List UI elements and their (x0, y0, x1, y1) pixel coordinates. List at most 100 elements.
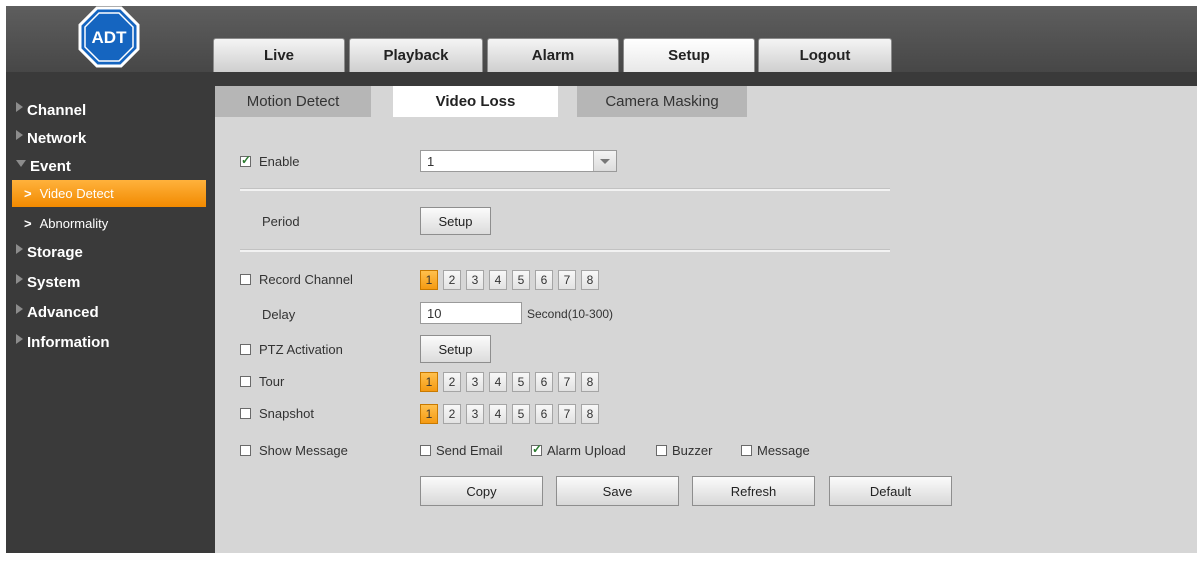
snapshot-channel-4[interactable]: 4 (489, 404, 507, 424)
tour-channel-4[interactable]: 4 (489, 372, 507, 392)
buzzer-option: Buzzer (656, 443, 712, 458)
snapshot-checkbox[interactable] (240, 408, 251, 419)
svg-text:ADT: ADT (92, 28, 128, 47)
send-email-checkbox[interactable] (420, 445, 431, 456)
sidebar-item-storage[interactable]: Storage (6, 237, 214, 267)
tour-label: Tour (259, 374, 285, 389)
record-channel-7[interactable]: 7 (558, 270, 576, 290)
snapshot-channel-2[interactable]: 2 (443, 404, 461, 424)
save-button[interactable]: Save (556, 476, 679, 506)
channel-select[interactable]: 1 (420, 150, 617, 172)
show-message-label: Show Message (259, 443, 348, 458)
ptz-activation-label: PTZ Activation (259, 342, 343, 357)
content-panel: Motion Detect Video Loss Camera Masking … (215, 86, 1197, 553)
snapshot-channel-7[interactable]: 7 (558, 404, 576, 424)
copy-button[interactable]: Copy (420, 476, 543, 506)
triangle-right-icon (16, 334, 23, 344)
tour-channel-8[interactable]: 8 (581, 372, 599, 392)
send-email-label: Send Email (436, 443, 503, 458)
subtab-camera-masking[interactable]: Camera Masking (577, 86, 747, 117)
ptz-row: PTZ Activation (240, 342, 343, 357)
tab-live[interactable]: Live (213, 38, 345, 72)
tab-setup[interactable]: Setup (623, 38, 755, 72)
buzzer-label: Buzzer (672, 443, 713, 458)
record-channel-1[interactable]: 1 (420, 270, 438, 290)
dropdown-arrow-icon[interactable] (593, 151, 616, 171)
buzzer-checkbox[interactable] (656, 445, 667, 456)
ptz-setup-button[interactable]: Setup (420, 335, 491, 363)
tour-channel-3[interactable]: 3 (466, 372, 484, 392)
message-option: Message (741, 443, 810, 458)
default-button[interactable]: Default (829, 476, 952, 506)
snapshot-channel-6[interactable]: 6 (535, 404, 553, 424)
tour-row: Tour (240, 374, 284, 389)
sidebar-item-information[interactable]: Information (6, 327, 214, 357)
app-frame: ADT Live Playback Alarm Setup Logout Cha… (6, 6, 1197, 553)
sidebar-subitem-label: Abnormality (39, 216, 109, 231)
record-channel-checkbox[interactable] (240, 274, 251, 285)
record-channel-6[interactable]: 6 (535, 270, 553, 290)
sidebar-item-label: Event (30, 157, 71, 175)
sidebar-item-system[interactable]: System (6, 267, 214, 297)
ptz-activation-checkbox[interactable] (240, 344, 251, 355)
header: ADT Live Playback Alarm Setup Logout (6, 6, 1197, 72)
sidebar-item-label: Storage (27, 243, 83, 261)
snapshot-channel-5[interactable]: 5 (512, 404, 530, 424)
enable-checkbox[interactable] (240, 153, 251, 167)
alarm-upload-checkbox[interactable] (531, 442, 542, 456)
tour-channel-2[interactable]: 2 (443, 372, 461, 392)
record-channel-5[interactable]: 5 (512, 270, 530, 290)
record-channel-buttons: 1 2 3 4 5 6 7 8 (420, 270, 599, 290)
record-channel-3[interactable]: 3 (466, 270, 484, 290)
tour-channel-buttons: 1 2 3 4 5 6 7 8 (420, 372, 599, 392)
record-channel-4[interactable]: 4 (489, 270, 507, 290)
snapshot-channel-8[interactable]: 8 (581, 404, 599, 424)
tour-channel-6[interactable]: 6 (535, 372, 553, 392)
subtab-video-loss[interactable]: Video Loss (393, 86, 558, 117)
subtab-motion-detect[interactable]: Motion Detect (215, 86, 371, 117)
sidebar-item-event[interactable]: Event (6, 152, 214, 180)
tour-channel-7[interactable]: 7 (558, 372, 576, 392)
alarm-upload-option: Alarm Upload (531, 442, 626, 458)
delay-input[interactable]: 10 (420, 302, 522, 324)
record-channel-row: Record Channel (240, 272, 353, 287)
chevron-right-icon: > (24, 186, 32, 201)
snapshot-channel-1[interactable]: 1 (420, 404, 438, 424)
snapshot-channel-buttons: 1 2 3 4 5 6 7 8 (420, 404, 599, 424)
refresh-button[interactable]: Refresh (692, 476, 815, 506)
tab-playback[interactable]: Playback (349, 38, 483, 72)
alarm-upload-label: Alarm Upload (547, 443, 626, 458)
triangle-down-icon (16, 159, 26, 167)
show-message-checkbox[interactable] (240, 445, 251, 456)
triangle-right-icon (16, 274, 23, 284)
delay-label: Delay (262, 307, 296, 322)
sidebar-item-label: System (27, 273, 81, 291)
record-channel-8[interactable]: 8 (581, 270, 599, 290)
record-channel-2[interactable]: 2 (443, 270, 461, 290)
sidebar-subitem-label: Video Detect (39, 186, 114, 201)
sidebar-item-network[interactable]: Network (6, 124, 214, 152)
show-message-row: Show Message (240, 443, 348, 458)
sidebar-item-label: Advanced (27, 303, 99, 321)
tour-channel-5[interactable]: 5 (512, 372, 530, 392)
snapshot-channel-3[interactable]: 3 (466, 404, 484, 424)
sidebar-subitem-video-detect[interactable]: > Video Detect (12, 180, 206, 207)
sidebar-item-channel[interactable]: Channel (6, 96, 214, 124)
period-setup-button[interactable]: Setup (420, 207, 491, 235)
period-label: Period (262, 214, 300, 229)
enable-row: Enable (240, 153, 300, 169)
sidebar-item-advanced[interactable]: Advanced (6, 297, 214, 327)
enable-label: Enable (259, 154, 300, 169)
divider (240, 188, 890, 191)
tour-channel-1[interactable]: 1 (420, 372, 438, 392)
snapshot-label: Snapshot (259, 406, 314, 421)
tab-logout[interactable]: Logout (758, 38, 892, 72)
record-channel-label: Record Channel (259, 272, 353, 287)
tour-checkbox[interactable] (240, 376, 251, 387)
sidebar-item-label: Information (27, 333, 110, 351)
tab-alarm[interactable]: Alarm (487, 38, 619, 72)
period-row: Period (240, 214, 300, 229)
message-checkbox[interactable] (741, 445, 752, 456)
snapshot-row: Snapshot (240, 406, 314, 421)
sidebar-subitem-abnormality[interactable]: > Abnormality (6, 210, 214, 237)
